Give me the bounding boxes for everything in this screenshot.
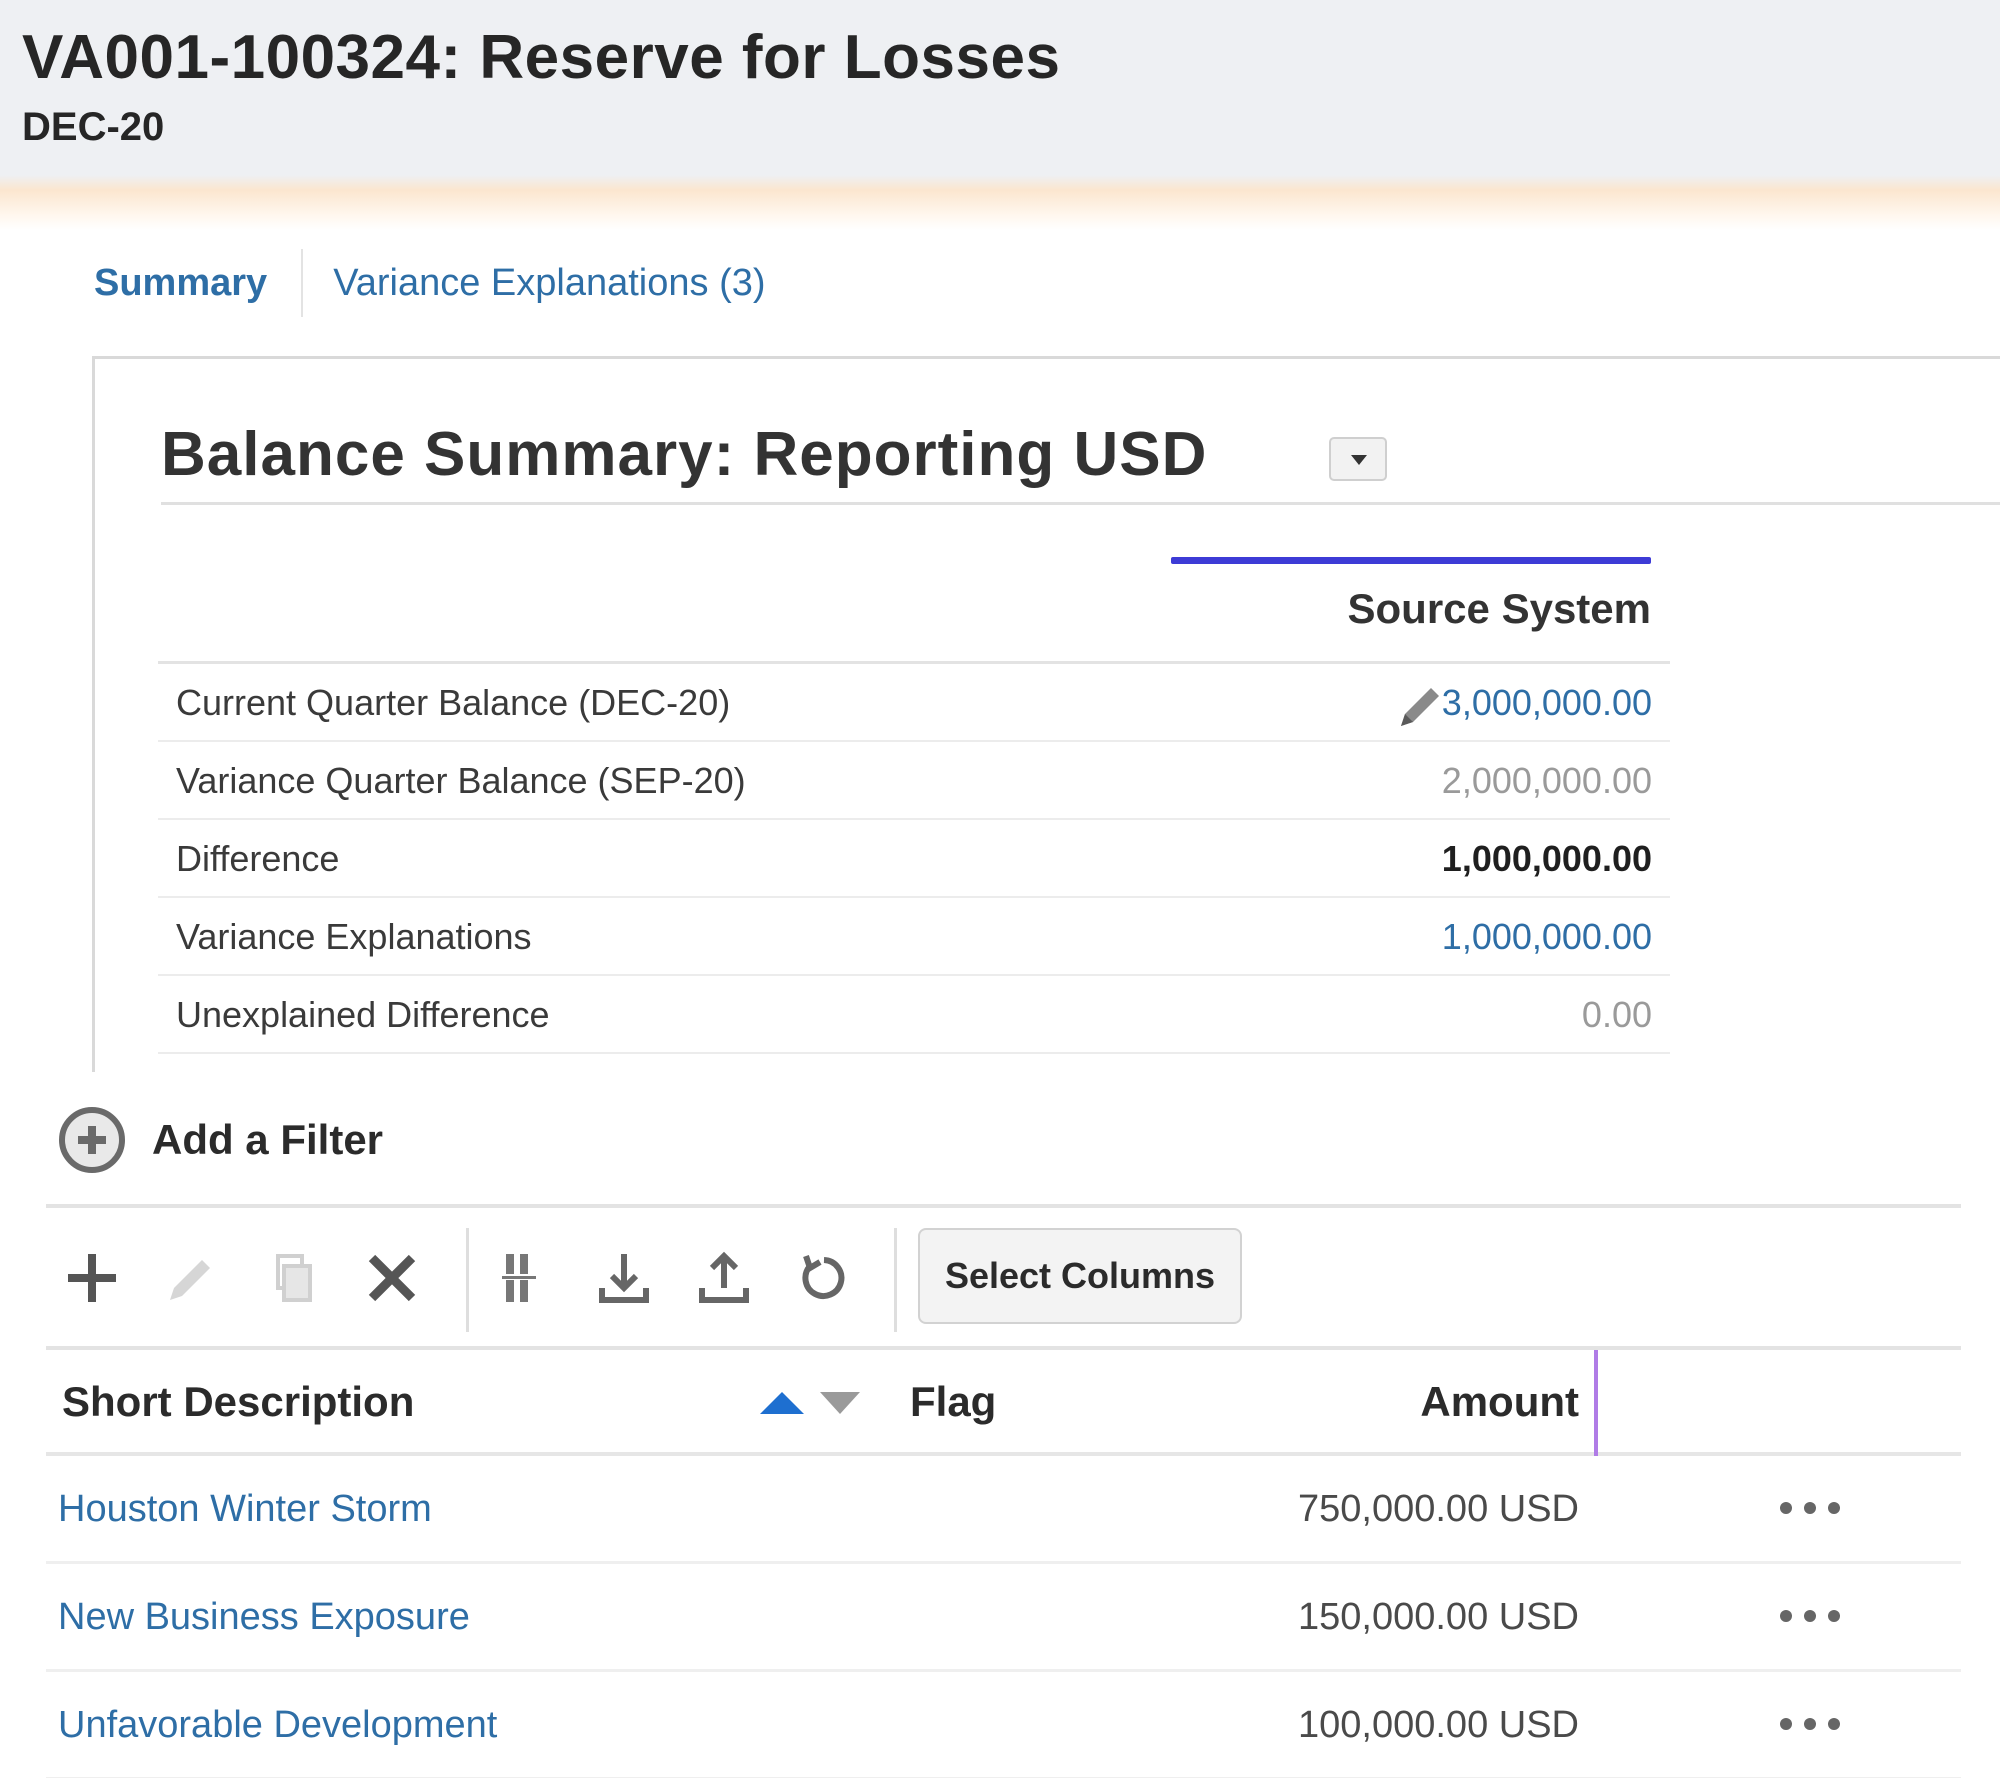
more-actions-icon[interactable] xyxy=(1770,1594,1850,1638)
page-header: VA001-100324: Reserve for Losses DEC-20 xyxy=(0,0,2000,230)
short-description-link[interactable]: Houston Winter Storm xyxy=(58,1488,432,1531)
add-icon[interactable] xyxy=(54,1240,130,1316)
divider xyxy=(161,502,2000,505)
pencil-icon[interactable] xyxy=(1393,678,1449,734)
balance-row-unexplained-difference: Unexplained Difference 0.00 xyxy=(158,976,1670,1054)
download-icon[interactable] xyxy=(586,1240,662,1316)
toolbar-divider xyxy=(894,1228,897,1332)
balance-summary-title: Balance Summary: Reporting USD xyxy=(161,420,1208,489)
table-row: Unfavorable Development 100,000.00 USD xyxy=(46,1672,1961,1778)
tab-bar: Summary Variance Explanations (3) xyxy=(94,248,766,318)
select-columns-button[interactable]: Select Columns xyxy=(918,1228,1242,1324)
table-row: New Business Exposure 150,000.00 USD xyxy=(46,1564,1961,1672)
column-accent-bar xyxy=(1171,557,1651,564)
amount-value: 150,000.00 USD xyxy=(1298,1596,1579,1638)
balance-row-label: Unexplained Difference xyxy=(176,994,550,1035)
toolbar-divider xyxy=(466,1228,469,1332)
variance-explanations-table: Short Description Flag Amount Houston Wi… xyxy=(46,1350,1961,1778)
current-quarter-balance-link[interactable]: 3,000,000.00 xyxy=(1442,682,1652,724)
page-title: VA001-100324: Reserve for Losses xyxy=(22,23,1061,92)
caret-down-icon xyxy=(1351,455,1367,465)
column-settings-icon[interactable] xyxy=(486,1240,562,1316)
balance-row-current-quarter: Current Quarter Balance (DEC-20) 3,000,0… xyxy=(158,664,1670,742)
add-filter-icon[interactable] xyxy=(58,1106,126,1174)
column-header-amount[interactable]: Amount xyxy=(1420,1378,1579,1426)
unexplained-difference-value: 0.00 xyxy=(1581,994,1652,1035)
delete-icon[interactable] xyxy=(354,1240,430,1316)
column-resize-handle[interactable] xyxy=(1594,1350,1598,1456)
short-description-link[interactable]: Unfavorable Development xyxy=(58,1704,497,1747)
column-header-flag[interactable]: Flag xyxy=(910,1378,996,1426)
balance-row-label: Current Quarter Balance (DEC-20) xyxy=(176,682,731,723)
balance-summary-panel: Balance Summary: Reporting USD Source Sy… xyxy=(92,356,2000,1072)
column-header-short-description[interactable]: Short Description xyxy=(62,1378,414,1426)
balance-row-variance-explanations: Variance Explanations 1,000,000.00 xyxy=(158,898,1670,976)
balance-row-label: Variance Quarter Balance (SEP-20) xyxy=(176,760,746,801)
balance-row-label: Difference xyxy=(176,838,340,879)
copy-icon[interactable] xyxy=(254,1240,330,1316)
tab-variance-explanations[interactable]: Variance Explanations (3) xyxy=(333,262,765,305)
edit-icon[interactable] xyxy=(154,1240,230,1316)
tab-divider xyxy=(301,249,304,317)
refresh-icon[interactable] xyxy=(786,1240,862,1316)
difference-value: 1,000,000.00 xyxy=(1441,838,1652,879)
amount-value: 750,000.00 USD xyxy=(1298,1488,1579,1530)
more-actions-icon[interactable] xyxy=(1770,1486,1850,1530)
sort-ascending-icon[interactable] xyxy=(760,1392,804,1414)
tab-summary[interactable]: Summary xyxy=(94,262,267,305)
balance-row-variance-quarter: Variance Quarter Balance (SEP-20) 2,000,… xyxy=(158,742,1670,820)
period-label: DEC-20 xyxy=(22,105,165,149)
upload-icon[interactable] xyxy=(686,1240,762,1316)
amount-value: 100,000.00 USD xyxy=(1298,1704,1579,1746)
more-actions-icon[interactable] xyxy=(1770,1702,1850,1746)
variance-explanations-link[interactable]: 1,000,000.00 xyxy=(1442,916,1652,958)
table-toolbar: Select Columns xyxy=(46,1212,1961,1350)
table-header: Short Description Flag Amount xyxy=(46,1350,1961,1456)
table-row: Houston Winter Storm 750,000.00 USD xyxy=(46,1456,1961,1564)
balance-row-difference: Difference 1,000,000.00 xyxy=(158,820,1670,898)
currency-dropdown-button[interactable] xyxy=(1329,437,1387,481)
add-filter-link[interactable]: Add a Filter xyxy=(152,1116,383,1164)
filter-bar: Add a Filter xyxy=(46,1078,1961,1208)
balance-row-label: Variance Explanations xyxy=(176,916,532,957)
variance-quarter-balance-value: 2,000,000.00 xyxy=(1441,760,1652,801)
source-system-header: Source System xyxy=(1347,585,1651,632)
short-description-link[interactable]: New Business Exposure xyxy=(58,1596,470,1639)
sort-descending-icon[interactable] xyxy=(820,1392,860,1414)
